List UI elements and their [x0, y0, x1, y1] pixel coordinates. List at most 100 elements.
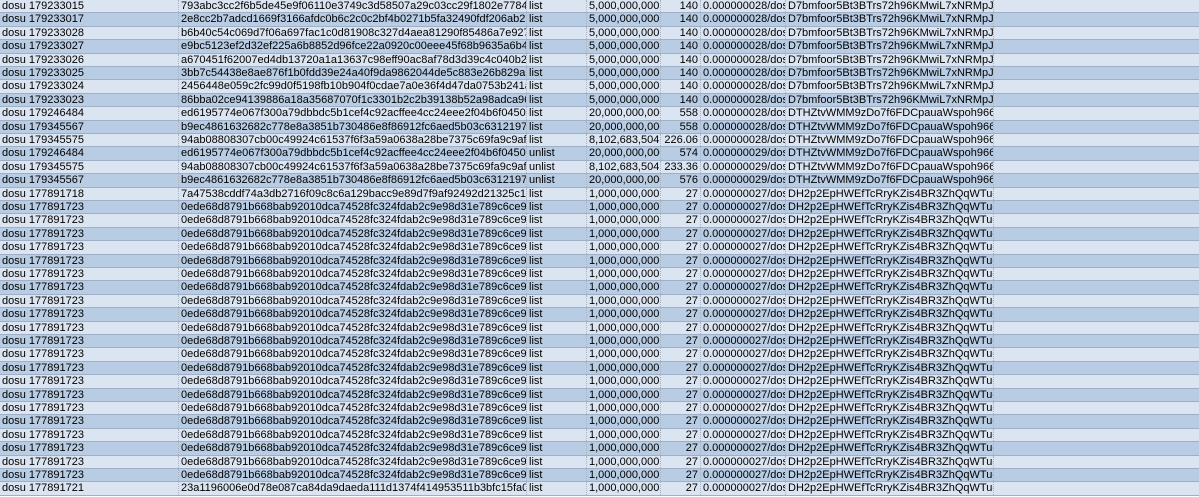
table-row[interactable]: dosu 177891723 0ede68d8791b668bab92010dca…: [0, 294, 1199, 309]
table-row[interactable]: dosu 179233015 793abc3cc2f6b5de45e9f06110…: [0, 0, 1199, 14]
cell-inscription-id[interactable]: b9ec4861632682c778e8a3851b730486e8f86912…: [179, 174, 527, 187]
cell-unit-price[interactable]: 0.000000027/dosu: [701, 482, 786, 495]
table-row[interactable]: dosu 177891723 0ede68d8791b668bab92010dca…: [0, 415, 1199, 429]
cell-amount[interactable]: 1,000,000,000: [587, 321, 661, 334]
cell-price[interactable]: 233.36: [661, 160, 701, 174]
cell-amount[interactable]: 1,000,000,000: [587, 254, 661, 267]
cell-empty[interactable]: [994, 174, 1199, 186]
table-row[interactable]: dosu 177891723 0ede68d8791b668bab92010dca…: [0, 361, 1199, 376]
cell-token[interactable]: dosu 177891723: [0, 375, 179, 388]
table-row[interactable]: dosu 177891723 0ede68d8791b668bab92010dca…: [0, 321, 1199, 335]
cell-empty[interactable]: [994, 147, 1199, 159]
cell-inscription-id[interactable]: 0ede68d8791b668bab92010dca74528fc324fdab…: [179, 214, 527, 227]
cell-price[interactable]: 27: [661, 335, 701, 348]
cell-action[interactable]: list: [527, 281, 587, 294]
cell-action[interactable]: list: [527, 442, 587, 455]
cell-unit-price[interactable]: 0.000000028/dosu: [701, 67, 786, 80]
cell-empty[interactable]: [994, 469, 1199, 481]
cell-address[interactable]: DH2p2EpHWEfTcRryKZis4BR3ZhQqWTucgF: [786, 388, 994, 401]
cell-action[interactable]: unlist: [527, 160, 587, 174]
cell-inscription-id[interactable]: b9ec4861632682c778e8a3851b730486e8f86912…: [179, 120, 527, 133]
cell-empty[interactable]: [994, 482, 1199, 494]
cell-price[interactable]: 140: [661, 40, 701, 53]
cell-token[interactable]: dosu 177891723: [0, 415, 179, 428]
cell-price[interactable]: 27: [661, 268, 701, 281]
cell-unit-price[interactable]: 0.000000027/dosu: [701, 469, 786, 482]
cell-price[interactable]: 27: [661, 214, 701, 227]
cell-token[interactable]: dosu 179345567: [0, 120, 179, 133]
cell-inscription-id[interactable]: 2e8cc2b7adcd1669f3166afdc0b6c2c0c2bf4b02…: [179, 13, 527, 26]
cell-price[interactable]: 27: [661, 201, 701, 214]
cell-inscription-id[interactable]: 0ede68d8791b668bab92010dca74528fc324fdab…: [179, 428, 527, 442]
table-row[interactable]: dosu 177891723 0ede68d8791b668bab92010dca…: [0, 281, 1199, 295]
cell-empty[interactable]: [994, 121, 1199, 133]
cell-unit-price[interactable]: 0.000000028/dosu: [701, 120, 786, 133]
cell-empty[interactable]: [994, 429, 1199, 441]
cell-address[interactable]: D7bmfoor5Bt3BTrs72h96KMwiL7xNRMpJZ: [786, 40, 994, 53]
cell-token[interactable]: dosu 177891723: [0, 241, 179, 254]
table-row[interactable]: dosu 177891723 0ede68d8791b668bab92010dca…: [0, 201, 1199, 215]
cell-token[interactable]: dosu 179233028: [0, 26, 179, 40]
cell-unit-price[interactable]: 0.000000027/dosu: [701, 214, 786, 227]
cell-inscription-id[interactable]: 0ede68d8791b668bab92010dca74528fc324fdab…: [179, 469, 527, 482]
cell-amount[interactable]: 1,000,000,000: [587, 375, 661, 388]
cell-action[interactable]: list: [527, 26, 587, 40]
table-row[interactable]: dosu 177891723 0ede68d8791b668bab92010dca…: [0, 214, 1199, 228]
cell-action[interactable]: list: [527, 80, 587, 93]
table-row[interactable]: dosu 179345575 94ab08808307cb00c49924c615…: [0, 134, 1199, 148]
cell-unit-price[interactable]: 0.000000028/dosu: [701, 80, 786, 93]
cell-empty[interactable]: [994, 375, 1199, 387]
cell-token[interactable]: dosu 179233025: [0, 67, 179, 80]
cell-address[interactable]: D7bmfoor5Bt3BTrs72h96KMwiL7xNRMpJZ: [786, 26, 994, 40]
cell-token[interactable]: dosu 177891723: [0, 335, 179, 348]
cell-address[interactable]: DTHZtvWMM9zDo7f6FDCpauaWspoh9668EK: [786, 107, 994, 120]
cell-token[interactable]: dosu 177891723: [0, 428, 179, 442]
cell-amount[interactable]: 1,000,000,000: [587, 428, 661, 442]
cell-token[interactable]: dosu 177891723: [0, 254, 179, 267]
cell-amount[interactable]: 1,000,000,000: [587, 455, 661, 468]
cell-address[interactable]: DTHZtvWMM9zDo7f6FDCpauaWspoh9668EK: [786, 134, 994, 147]
cell-amount[interactable]: 5,000,000,000: [587, 13, 661, 26]
table-row[interactable]: dosu 177891723 0ede68d8791b668bab92010dca…: [0, 402, 1199, 416]
cell-price[interactable]: 27: [661, 294, 701, 308]
cell-token[interactable]: dosu 177891723: [0, 361, 179, 375]
cell-action[interactable]: list: [527, 402, 587, 415]
cell-empty[interactable]: [994, 94, 1199, 106]
cell-address[interactable]: DH2p2EpHWEfTcRryKZis4BR3ZhQqWTucgF: [786, 227, 994, 241]
cell-unit-price[interactable]: 0.000000027/dosu: [701, 308, 786, 321]
cell-empty[interactable]: [994, 281, 1199, 293]
cell-inscription-id[interactable]: 0ede68d8791b668bab92010dca74528fc324fdab…: [179, 442, 527, 455]
table-row[interactable]: dosu 177891723 0ede68d8791b668bab92010dca…: [0, 254, 1199, 268]
cell-inscription-id[interactable]: ed6195774e067f300a79dbbdc5b1cef4c92acffe…: [179, 147, 527, 160]
cell-empty[interactable]: [994, 335, 1199, 347]
cell-price[interactable]: 27: [661, 469, 701, 482]
cell-price[interactable]: 27: [661, 482, 701, 495]
table-row[interactable]: dosu 179246484 ed6195774e067f300a79dbbdc5…: [0, 107, 1199, 121]
cell-price[interactable]: 27: [661, 375, 701, 388]
cell-inscription-id[interactable]: 0ede68d8791b668bab92010dca74528fc324fdab…: [179, 268, 527, 281]
cell-address[interactable]: DH2p2EpHWEfTcRryKZis4BR3ZhQqWTucgF: [786, 375, 994, 388]
cell-amount[interactable]: 1,000,000,000: [587, 469, 661, 482]
cell-empty[interactable]: [994, 389, 1199, 401]
cell-inscription-id[interactable]: 0ede68d8791b668bab92010dca74528fc324fdab…: [179, 402, 527, 415]
cell-unit-price[interactable]: 0.000000027/dosu: [701, 442, 786, 455]
cell-token[interactable]: dosu 179345575: [0, 160, 179, 174]
cell-empty[interactable]: [994, 322, 1199, 334]
table-row[interactable]: dosu 179233024 2456448e059c2fc99d0f5198fb…: [0, 80, 1199, 94]
cell-empty[interactable]: [994, 0, 1199, 12]
cell-action[interactable]: list: [527, 214, 587, 227]
cell-inscription-id[interactable]: 0ede68d8791b668bab92010dca74528fc324fdab…: [179, 227, 527, 241]
cell-amount[interactable]: 1,000,000,000: [587, 268, 661, 281]
cell-token[interactable]: dosu 179345567: [0, 174, 179, 187]
cell-action[interactable]: list: [527, 375, 587, 388]
cell-action[interactable]: list: [527, 67, 587, 80]
cell-empty[interactable]: [994, 107, 1199, 119]
cell-action[interactable]: list: [527, 107, 587, 120]
cell-unit-price[interactable]: 0.000000027/dosu: [701, 335, 786, 348]
cell-address[interactable]: DH2p2EpHWEfTcRryKZis4BR3ZhQqWTucgF: [786, 308, 994, 321]
cell-empty[interactable]: [994, 228, 1199, 240]
cell-inscription-id[interactable]: 0ede68d8791b668bab92010dca74528fc324fdab…: [179, 455, 527, 468]
cell-inscription-id[interactable]: e9bc5123ef2d32ef225a6b8852d96fce22a0920c…: [179, 40, 527, 53]
cell-unit-price[interactable]: 0.000000027/dosu: [701, 402, 786, 415]
cell-unit-price[interactable]: 0.000000029/dosu: [701, 174, 786, 187]
